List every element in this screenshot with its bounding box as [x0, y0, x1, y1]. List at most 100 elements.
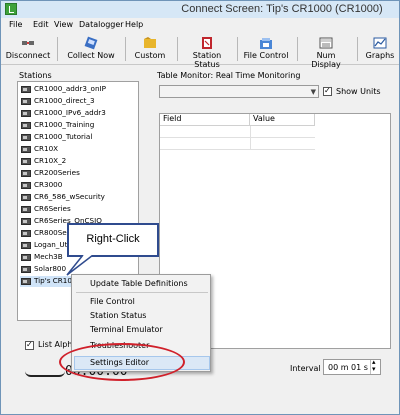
highlight-annotation-oval: [59, 343, 185, 381]
toolbar-separator: [237, 37, 238, 61]
datalogger-icon: [21, 170, 31, 177]
disconnect-label: Disconnect: [5, 51, 51, 60]
menu-item-update-table-definitions[interactable]: Update Table Definitions: [90, 279, 188, 288]
station-item[interactable]: CR200Series: [20, 168, 138, 179]
datalogger-icon: [21, 230, 31, 237]
custom-icon: [144, 37, 156, 48]
station-item[interactable]: CR10X: [20, 144, 138, 155]
datalogger-icon: [21, 194, 31, 201]
custom-button[interactable]: Custom: [129, 35, 171, 63]
datalogger-icon: [21, 242, 31, 249]
menu-file[interactable]: File: [9, 20, 22, 29]
toolbar-separator: [297, 37, 298, 61]
datalogger-icon: [21, 182, 31, 189]
datalogger-icon: [21, 218, 31, 225]
interval-input[interactable]: 00 m 01 s: [323, 358, 381, 375]
datalogger-icon: [21, 110, 31, 117]
column-header-value[interactable]: Value: [250, 114, 315, 126]
checkbox-box[interactable]: [25, 339, 34, 351]
station-item[interactable]: CR1000_direct_3: [20, 96, 138, 107]
file-control-button[interactable]: File Control: [241, 35, 291, 63]
station-status-button[interactable]: Station Status: [181, 35, 233, 69]
station-item[interactable]: CR6_586_wSecurity: [20, 192, 138, 203]
interval-value: 00 m 01 s: [328, 363, 368, 372]
station-label: Mech3B: [34, 252, 63, 261]
menu-item-station-status[interactable]: Station Status: [90, 311, 146, 320]
window-title: Connect Screen: Tip's CR1000 (CR1000): [181, 3, 383, 15]
station-item[interactable]: CR10X_2: [20, 156, 138, 167]
datalogger-icon: [21, 146, 31, 153]
datalogger-icon: [21, 278, 31, 285]
station-item[interactable]: CR1000_addr3_onIP: [20, 84, 138, 95]
station-item[interactable]: CR6Series: [20, 204, 138, 215]
datalogger-icon: [21, 122, 31, 129]
chevron-down-icon: ▼: [310, 88, 316, 96]
menu-item-file-control[interactable]: File Control: [90, 297, 135, 306]
menu-edit[interactable]: Edit: [33, 20, 49, 29]
menu-datalogger[interactable]: Datalogger: [79, 20, 124, 29]
menu-help[interactable]: Help: [125, 20, 143, 29]
custom-label: Custom: [134, 51, 166, 60]
toolbar: Disconnect Collect Now Custom Station St…: [1, 34, 399, 69]
toolbar-separator: [57, 37, 58, 61]
collect-now-icon: [84, 36, 98, 50]
station-item[interactable]: CR1000_Training: [20, 120, 138, 131]
station-label: CR10X_2: [34, 156, 67, 165]
disconnect-icon: [22, 41, 34, 45]
num-display-button[interactable]: Num Display: [301, 35, 351, 69]
station-label: CR1000_addr3_onIP: [34, 84, 106, 93]
toolbar-separator: [125, 37, 126, 61]
station-label: CR200Series: [34, 168, 80, 177]
file-control-icon: [260, 38, 272, 49]
table-row: [160, 126, 315, 138]
station-label: CR6Series: [34, 204, 71, 213]
graphs-label: Graphs: [365, 51, 395, 60]
menu-view[interactable]: View: [54, 20, 73, 29]
station-label: CR1000_direct_3: [34, 96, 95, 105]
station-status-icon: [202, 37, 212, 49]
menu-bar: File Edit View Datalogger Help: [1, 18, 399, 34]
menu-separator: [76, 292, 208, 293]
plug-icon: [25, 367, 65, 377]
title-bar: Connect Screen: Tip's CR1000 (CR1000): [1, 1, 399, 18]
table-select[interactable]: ▼: [159, 85, 319, 98]
table-monitor-label: Table Monitor: Real Time Monitoring: [157, 71, 301, 80]
interval-label: Interval: [290, 364, 321, 373]
spinner-arrows[interactable]: [370, 358, 380, 374]
collect-now-label: Collect Now: [67, 51, 115, 60]
station-label: CR1000_IPv6_addr3: [34, 108, 106, 117]
datalogger-icon: [21, 206, 31, 213]
station-label: CR3000: [34, 180, 63, 189]
datalogger-icon: [21, 266, 31, 273]
column-header-field[interactable]: Field: [160, 114, 250, 126]
datalogger-icon: [21, 158, 31, 165]
station-label: CR6_586_wSecurity: [34, 192, 105, 201]
datalogger-icon: [21, 134, 31, 141]
station-label: CR1000_Training: [34, 120, 95, 129]
datalogger-icon: [21, 98, 31, 105]
connect-screen-window: Connect Screen: Tip's CR1000 (CR1000) Fi…: [0, 0, 400, 415]
disconnect-button[interactable]: Disconnect: [5, 35, 51, 63]
datalogger-icon: [21, 254, 31, 261]
graphs-button[interactable]: Graphs: [363, 35, 397, 63]
station-label: CR1000_Tutorial: [34, 132, 93, 141]
station-item[interactable]: CR3000: [20, 180, 138, 191]
show-units-label: Show Units: [336, 87, 381, 96]
table-row: [160, 138, 315, 150]
station-item[interactable]: CR1000_Tutorial: [20, 132, 138, 143]
right-click-callout: Right-Click: [67, 223, 159, 257]
station-label: CR10X: [34, 144, 59, 153]
station-status-label: Station Status: [192, 51, 222, 69]
toolbar-separator: [177, 37, 178, 61]
graphs-icon: [373, 37, 387, 49]
checkbox-box[interactable]: [323, 85, 332, 97]
menu-item-terminal-emulator[interactable]: Terminal Emulator: [90, 325, 163, 334]
num-display-label: Num Display: [311, 51, 341, 69]
file-control-label: File Control: [243, 51, 289, 60]
datalogger-icon: [21, 86, 31, 93]
station-item[interactable]: CR1000_IPv6_addr3: [20, 108, 138, 119]
num-display-icon: [319, 37, 333, 49]
callout-text: Right-Click: [86, 233, 140, 245]
collect-now-button[interactable]: Collect Now: [63, 35, 119, 63]
stations-label: Stations: [19, 71, 52, 80]
